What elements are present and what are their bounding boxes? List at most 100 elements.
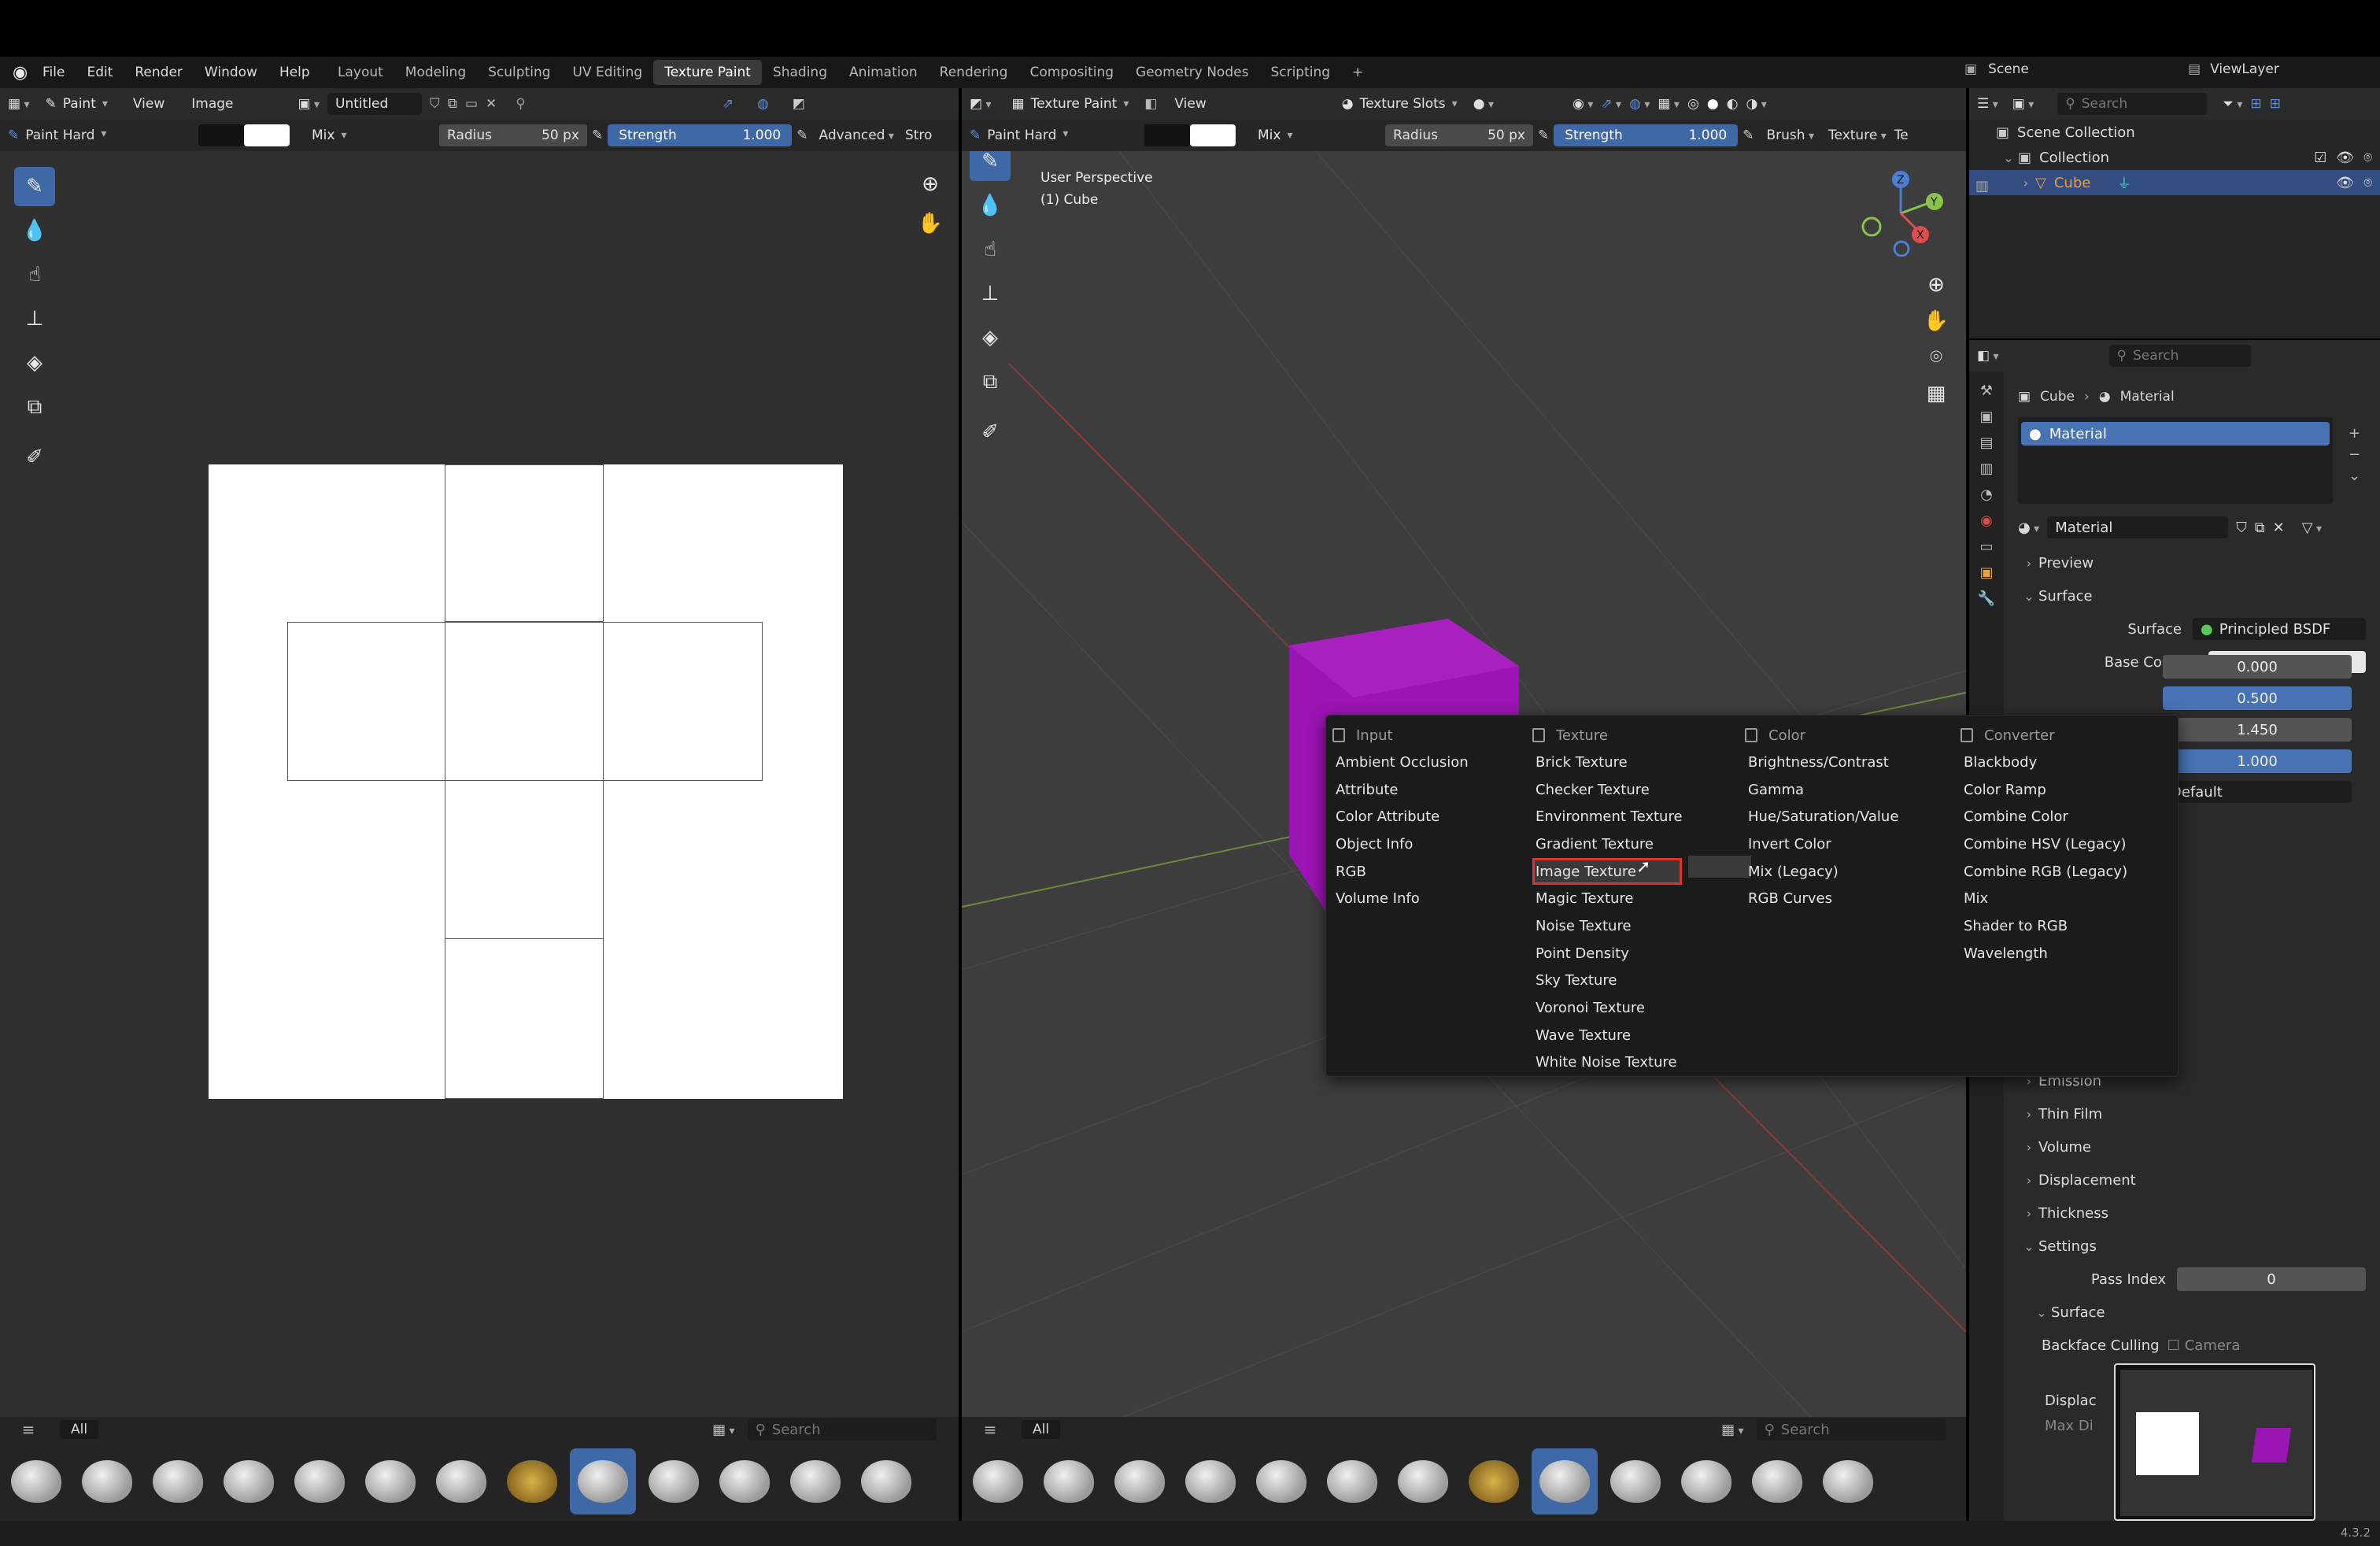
world-tab-icon[interactable]: ◉	[1980, 512, 1993, 529]
mode-dropdown[interactable]: ✎ Paint	[38, 93, 116, 115]
rendered-shading-icon[interactable]: ◑	[1746, 96, 1767, 112]
pressure-icon-2[interactable]: ✎	[796, 128, 808, 143]
fill-tool-icon[interactable]: ◈	[970, 318, 1011, 357]
asset-search-input[interactable]: ⚲ Search	[747, 1418, 937, 1441]
menu-item[interactable]: Object Info	[1332, 830, 1529, 858]
image-name-field[interactable]: Untitled	[327, 93, 423, 115]
blender-logo-icon[interactable]: ◉	[13, 63, 28, 83]
render-tab-icon[interactable]: ▣	[1979, 409, 1993, 425]
tab-shading[interactable]: Shading	[762, 60, 838, 85]
clone-tool-icon[interactable]: ⊥	[14, 299, 55, 338]
menu-item[interactable]: Magic Texture	[1532, 885, 1743, 912]
viewport-radius-field[interactable]: Radius 50 px	[1385, 124, 1533, 146]
link-icon[interactable]: ▽	[2302, 520, 2322, 536]
menu-file[interactable]: File	[42, 65, 65, 80]
view-menu[interactable]: View	[124, 96, 174, 112]
brush-thumbnail[interactable]	[286, 1448, 353, 1515]
menu-item[interactable]: Environment Texture	[1532, 803, 1743, 830]
brush-thumbnail[interactable]	[3, 1448, 69, 1515]
pressure-icon-2[interactable]: ✎	[1743, 128, 1754, 143]
image-menu[interactable]: Image	[182, 96, 242, 112]
material-slot-item[interactable]: ● Material	[2021, 422, 2330, 446]
brush-thumbnail-active[interactable]	[570, 1448, 636, 1515]
menu-item[interactable]: Gradient Texture	[1532, 830, 1743, 858]
overlay-icon[interactable]: ◍	[757, 96, 769, 112]
metallic-field[interactable]: 0.000	[2163, 655, 2352, 679]
new-collection-icon-2[interactable]: ⊞	[2270, 96, 2281, 112]
filter-icon[interactable]: ⏷	[2223, 96, 2242, 112]
xray-icon[interactable]: ▦	[1658, 96, 1680, 112]
output-tab-icon[interactable]: ▤	[1979, 435, 1993, 451]
menu-item[interactable]: Attribute	[1332, 776, 1529, 804]
remove-slot-button[interactable]: −	[2349, 446, 2360, 463]
screen-thumbnail[interactable]	[2114, 1363, 2315, 1521]
brush-thumbnail[interactable]	[1815, 1448, 1881, 1515]
tab-texture-paint[interactable]: Texture Paint	[653, 60, 762, 85]
tab-layout[interactable]: Layout	[327, 60, 394, 85]
menu-item[interactable]: Voronoi Texture	[1532, 994, 1743, 1022]
eye-icon[interactable]: 👁	[2336, 175, 2354, 191]
toggle-icon[interactable]: ◧	[1144, 96, 1157, 112]
display-mode-icon[interactable]: ▣	[2012, 96, 2034, 112]
menu-item[interactable]: Blackbody	[1961, 749, 2173, 776]
brush-thumbnail[interactable]	[357, 1448, 423, 1515]
annotate-tool-icon[interactable]: ✐	[970, 412, 1011, 452]
draw-tool-icon[interactable]: ✎	[14, 167, 55, 206]
clone-tool-icon[interactable]: ⊥	[970, 274, 1011, 313]
pass-index-field[interactable]: 0	[2177, 1267, 2366, 1291]
menu-item[interactable]: Combine HSV (Legacy)	[1961, 830, 2173, 858]
close-icon[interactable]: ✕	[2273, 520, 2285, 536]
asset-search-input[interactable]: ⚲ Search	[1756, 1418, 1946, 1441]
hamburger-icon[interactable]: ≡	[974, 1414, 1006, 1445]
brush-thumbnail[interactable]	[1744, 1448, 1810, 1515]
menu-item[interactable]: RGB Curves	[1745, 885, 1957, 912]
display-grid-icon[interactable]: ▦	[1721, 1422, 1744, 1438]
menu-item[interactable]: White Noise Texture	[1532, 1049, 1743, 1077]
smear-tool-icon[interactable]: ☝	[970, 230, 1011, 269]
annotate-tool-icon[interactable]: ✐	[14, 438, 55, 477]
ior-field[interactable]: 1.450	[2163, 718, 2352, 742]
editor-type-icon[interactable]: ☰	[1977, 96, 1998, 112]
collection-tab-icon[interactable]: ▭	[1979, 538, 1993, 555]
tab-animation[interactable]: Animation	[838, 60, 929, 85]
thickness-panel-header[interactable]: › Thickness	[2020, 1196, 2366, 1230]
brush-thumbnail[interactable]	[1177, 1448, 1244, 1515]
outliner-cube[interactable]: › ▽ Cube ⏚ 👁 ⌾	[1969, 170, 2380, 195]
overlays-icon[interactable]: ◍	[1629, 96, 1650, 112]
outliner-scene-collection[interactable]: ▣ Scene Collection	[1969, 120, 2380, 145]
menu-item[interactable]: Checker Texture	[1532, 776, 1743, 804]
soften-tool-icon[interactable]: 💧	[970, 186, 1011, 225]
brush-thumbnail[interactable]	[1673, 1448, 1739, 1515]
brush-thumbnail[interactable]	[641, 1448, 707, 1515]
menu-item[interactable]: Gamma	[1745, 776, 1957, 804]
menu-item[interactable]: Color Ramp	[1961, 776, 2173, 804]
displacement-panel-header[interactable]: › Displacement	[2020, 1163, 2366, 1196]
stroke-menu[interactable]: Stro	[905, 128, 932, 143]
add-workspace-button[interactable]: +	[1341, 60, 1374, 85]
menu-item[interactable]: Ambient Occlusion	[1332, 749, 1529, 776]
pin-icon[interactable]: ⚲	[516, 96, 525, 112]
properties-search-input[interactable]: ⚲ Search	[2108, 345, 2251, 367]
tool-tab-icon[interactable]: ⚒	[1980, 383, 1993, 399]
zoom-icon[interactable]: ⊕	[913, 167, 948, 202]
brush-thumbnail[interactable]	[428, 1448, 494, 1515]
soften-tool-icon[interactable]: 💧	[14, 211, 55, 250]
editor-type-icon[interactable]: ▦	[8, 96, 30, 112]
brush-thumbnail[interactable]	[74, 1448, 140, 1515]
display-grid-icon[interactable]: ▦	[712, 1422, 735, 1438]
surface-panel-header[interactable]: ⌄ Surface	[2020, 579, 2366, 612]
brush-thumbnail[interactable]	[1461, 1448, 1527, 1515]
material-name-field[interactable]: Material	[2047, 516, 2229, 538]
pressure-icon[interactable]: ✎	[1538, 128, 1549, 143]
menu-item[interactable]: Shader to RGB	[1961, 912, 2173, 940]
tab-modeling[interactable]: Modeling	[394, 60, 477, 85]
texture-slots-dropdown[interactable]: ◕ Texture Slots	[1334, 93, 1465, 115]
visibility-icon[interactable]: ◉	[1572, 96, 1593, 112]
brush-thumbnail[interactable]	[1319, 1448, 1385, 1515]
primary-color-swatch[interactable]	[198, 124, 244, 146]
catalog-all-tab[interactable]: All	[1022, 1420, 1061, 1439]
menu-help[interactable]: Help	[279, 65, 310, 80]
brush-thumbnail[interactable]	[965, 1448, 1031, 1515]
viewport-strength-field[interactable]: Strength 1.000	[1554, 124, 1739, 146]
uv-sync-icon[interactable]: ⇗	[722, 96, 734, 112]
